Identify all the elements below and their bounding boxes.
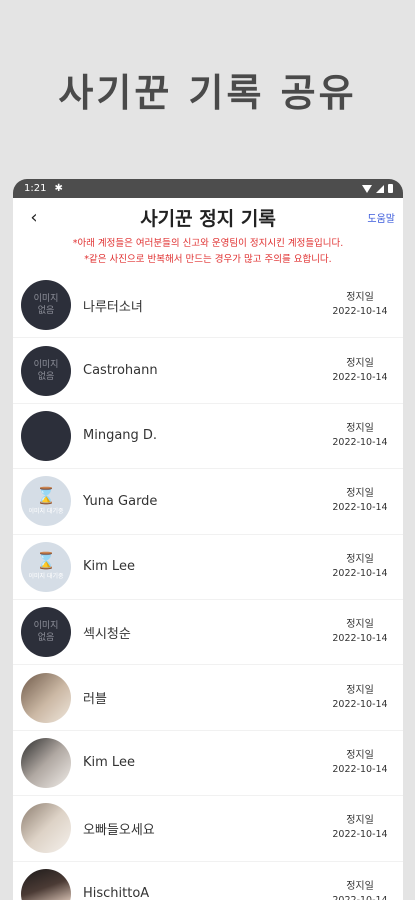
wifi-icon — [362, 184, 372, 193]
hourglass-icon: ⌛ — [36, 485, 56, 505]
status-icons — [362, 184, 393, 193]
avatar-placeholder-text: 이미지 없음 — [33, 294, 59, 317]
warning-notice: *아래 계정들은 여러분들의 신고와 운영팀이 정지시킨 계정들입니다. *같은… — [13, 236, 403, 268]
suspension-date: 2022-10-14 — [332, 567, 388, 579]
list-item[interactable]: ⌛ 이미지 대기중 Yuna Garde 정지일 2022-10-14 — [13, 469, 403, 535]
notice-line-1: *아래 계정들은 여러분들의 신고와 운영팀이 정지시킨 계정들입니다. — [72, 238, 344, 249]
list-item[interactable]: Kim Lee 정지일 2022-10-14 — [13, 731, 403, 797]
avatar-placeholder-text: 이미지 없음 — [33, 621, 59, 644]
status-time: 1:21 — [24, 183, 47, 194]
suspension-date: 2022-10-14 — [325, 894, 395, 900]
suspension-date: 2022-10-14 — [332, 763, 388, 775]
list-item[interactable]: Mingang D. 정지일 2022-10-14 — [13, 404, 403, 470]
suspension-date: 2022-10-14 — [332, 829, 388, 841]
avatar — [21, 868, 71, 900]
avatar: 이미지 없음 — [21, 607, 71, 658]
battery-icon — [388, 184, 393, 193]
list-item[interactable]: ⌛ 이미지 대기중 Kim Lee 정지일 2022-10-14 — [13, 535, 403, 600]
suspension-label: 정지일 — [346, 749, 374, 761]
list-item[interactable]: 이미지 없음 Castrohann 정지일 2022-10-14 — [13, 338, 403, 404]
avatar: 이미지 없음 — [21, 345, 71, 396]
account-name: 러블 — [83, 692, 107, 708]
phone-screen: 1:21 ✱ ‹ 사기꾼 정지 기록 도움말 *아래 계정들은 여러분들의 신고… — [13, 179, 403, 900]
suspension-label: 정지일 — [346, 880, 374, 892]
account-name: Kim Lee — [83, 755, 135, 771]
suspension-info: 정지일 2022-10-14 — [325, 487, 395, 515]
list-item[interactable]: 이미지 없음 섹시청순 정지일 2022-10-14 — [13, 600, 403, 666]
account-name: 섹시청순 — [83, 626, 131, 642]
suspension-label: 정지일 — [346, 619, 374, 631]
suspension-date: 2022-10-14 — [332, 371, 388, 383]
account-name: 나루터소녀 — [83, 299, 143, 315]
list-item[interactable]: HischittoA 정지일 2022-10-14 — [13, 862, 403, 900]
suspension-label: 정지일 — [346, 357, 374, 369]
suspension-info: 정지일 2022-10-14 — [325, 422, 395, 450]
suspension-date: 2022-10-14 — [332, 436, 388, 448]
help-link[interactable]: 도움말 — [367, 210, 395, 225]
gear-icon: ✱ — [54, 183, 63, 194]
list-item[interactable]: 이미지 없음 나루터소녀 정지일 2022-10-14 — [13, 273, 403, 339]
hourglass-icon: ⌛ — [36, 551, 56, 571]
avatar-placeholder-text: 이미지 대기중 — [28, 507, 64, 515]
app-header: ‹ 사기꾼 정지 기록 도움말 — [13, 198, 403, 236]
avatar: ⌛ 이미지 대기중 — [21, 476, 71, 527]
suspension-date: 2022-10-14 — [332, 698, 388, 710]
signal-icon — [376, 184, 384, 193]
account-name: Castrohann — [83, 363, 158, 379]
list-item[interactable]: 러블 정지일 2022-10-14 — [13, 665, 403, 731]
suspension-info: 정지일 2022-10-14 — [325, 291, 395, 319]
avatar — [21, 672, 71, 723]
avatar — [21, 803, 71, 854]
account-name: Mingang D. — [83, 428, 158, 444]
suspension-info: 정지일 2022-10-14 — [325, 618, 395, 646]
list-item[interactable]: 오빠들오세요 정지일 2022-10-14 — [13, 796, 403, 862]
account-name: Yuna Garde — [83, 493, 158, 509]
avatar — [21, 737, 71, 788]
suspension-label: 정지일 — [346, 292, 374, 304]
page-title: 사기꾼 정지 기록 — [140, 207, 276, 230]
avatar: ⌛ 이미지 대기중 — [21, 541, 71, 592]
account-name: 오빠들오세요 — [83, 822, 155, 838]
suspension-date: 2022-10-14 — [332, 633, 388, 645]
suspension-info: 정지일 2022-10-14 — [325, 684, 395, 712]
account-name: Kim Lee — [83, 559, 135, 575]
banned-account-list: 이미지 없음 나루터소녀 정지일 2022-10-14 이미지 없음 Castrohann… — [13, 273, 403, 900]
avatar-placeholder-text: 이미지 대기중 — [28, 573, 64, 581]
suspension-info: 정지일 2022-10-14 — [325, 357, 395, 385]
avatar-placeholder-text: 이미지 없음 — [33, 359, 59, 382]
avatar — [21, 410, 71, 461]
status-bar: 1:21 ✱ — [13, 179, 403, 198]
account-name: HischittoA — [83, 886, 150, 900]
notice-line-2: *같은 사진으로 반복해서 만드는 경우가 많고 주의를 요합니다. — [84, 254, 332, 265]
suspension-info: 정지일 2022-10-14 — [325, 749, 395, 777]
back-arrow-icon[interactable]: ‹ — [23, 206, 45, 228]
suspension-info: 정지일 2022-10-14 — [325, 553, 395, 581]
suspension-info: 정지일 2022-10-14 — [325, 880, 395, 900]
avatar: 이미지 없음 — [21, 280, 71, 331]
suspension-label: 정지일 — [346, 553, 374, 565]
suspension-date: 2022-10-14 — [332, 502, 388, 514]
suspension-label: 정지일 — [346, 815, 374, 827]
suspension-label: 정지일 — [346, 422, 374, 434]
promo-title: 사기꾼 기록 공유 — [58, 71, 357, 115]
suspension-date: 2022-10-14 — [332, 306, 388, 318]
suspension-label: 정지일 — [346, 488, 374, 500]
suspension-label: 정지일 — [346, 684, 374, 696]
suspension-info: 정지일 2022-10-14 — [325, 814, 395, 842]
